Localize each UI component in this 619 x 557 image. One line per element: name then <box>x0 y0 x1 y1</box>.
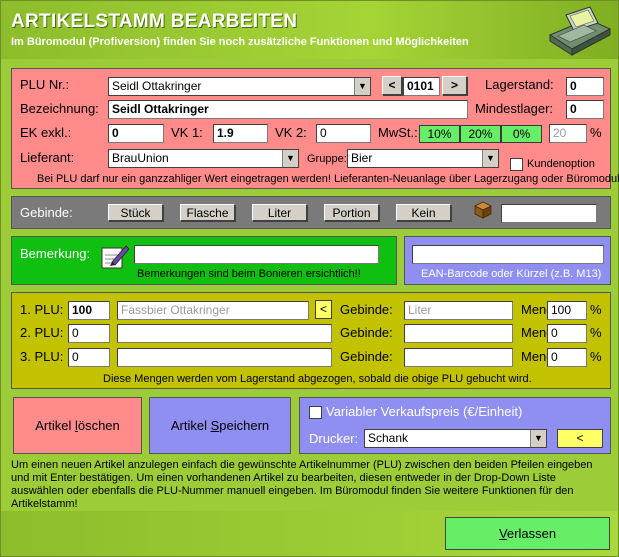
ek-input[interactable]: 0 <box>108 124 164 143</box>
bemerkung-input[interactable] <box>134 245 379 264</box>
plu2-menge-input[interactable]: 0 <box>547 324 587 343</box>
plu3-percent-label: % <box>590 349 602 364</box>
notepad-pen-icon <box>101 245 130 269</box>
plu1-percent-label: % <box>590 302 602 317</box>
kundenoption-label: Kundenoption <box>527 158 595 170</box>
save-label-pre: Artikel <box>170 418 211 433</box>
plu2-gebinde-input[interactable] <box>404 324 513 343</box>
vk2-label: VK 2: <box>275 125 307 140</box>
plu3-gebinde-label: Gebinde: <box>340 349 393 364</box>
leave-button[interactable]: Verlassen <box>445 517 610 550</box>
plu3-label: 3. PLU: <box>20 349 64 364</box>
plu3-name-input[interactable] <box>117 348 332 367</box>
plu1-input[interactable]: 100 <box>68 301 110 320</box>
kundenoption-checkbox[interactable] <box>510 158 523 171</box>
bemerkung-hint: Bemerkungen sind beim Bonieren ersichtli… <box>137 268 361 280</box>
gebinde-stueck-button[interactable]: Stück <box>108 204 163 221</box>
ean-hint: EAN-Barcode oder Kürzel (z.B. M13) <box>421 268 602 280</box>
lagerstand-label: Lagerstand: <box>485 77 554 92</box>
variable-price-label: Variabler Verkaufspreis (€/Einheit) <box>326 404 523 419</box>
mwst-0-button[interactable]: 0% <box>501 125 542 143</box>
lagerstand-input[interactable]: 0 <box>566 77 604 96</box>
plu1-menge-input[interactable]: 100 <box>547 301 587 320</box>
plu3-input[interactable]: 0 <box>68 348 110 367</box>
drucker-select[interactable]: Schank ▼ <box>364 429 547 448</box>
leave-label-post: erlassen <box>506 526 557 541</box>
plu1-back-button[interactable]: < <box>315 300 332 319</box>
bezeichnung-input[interactable]: Seidl Ottakringer <box>108 100 468 119</box>
leave-label-accel: V <box>498 526 507 541</box>
save-label-post: peichern <box>219 418 270 433</box>
vk2-input[interactable]: 0 <box>316 124 371 143</box>
plu2-label: 2. PLU: <box>20 325 64 340</box>
chevron-down-icon[interactable]: ▼ <box>530 430 546 447</box>
lieferant-label: Lieferant: <box>20 150 75 165</box>
mwst-value-input[interactable]: 20 <box>549 124 587 143</box>
delete-label-pre: Artikel <box>35 418 75 433</box>
plu2-gebinde-label: Gebinde: <box>340 325 393 340</box>
article-editor-window: ARTIKELSTAMM BEARBEITEN Im Büromodul (Pr… <box>0 0 619 557</box>
chevron-down-icon[interactable]: ▼ <box>354 78 370 95</box>
lieferant-select[interactable]: BrauUnion ▼ <box>108 149 299 168</box>
gebinde-label: Gebinde: <box>20 205 73 220</box>
page-subtitle: Im Büromodul (Profiversion) finden Sie n… <box>11 36 469 48</box>
page-title: ARTIKELSTAMM BEARBEITEN <box>11 11 298 32</box>
bezeichnung-label: Bezeichnung: <box>20 101 99 116</box>
gruppe-select[interactable]: Bier ▼ <box>347 149 499 168</box>
plu1-gebinde-label: Gebinde: <box>340 302 393 317</box>
plu2-name-input[interactable] <box>117 324 332 343</box>
plu1-name-input[interactable]: Fassbier Ottakringer <box>117 301 309 320</box>
plu-number-input[interactable]: 0101 <box>403 77 440 96</box>
pos-terminal-logo-icon <box>548 6 612 56</box>
next-plu-button[interactable]: > <box>442 76 467 95</box>
plu2-percent-label: % <box>590 325 602 340</box>
box-icon <box>474 201 492 219</box>
ek-label: EK exkl.: <box>20 125 72 140</box>
info-text: Um einen neuen Artikel anzulegen einfach… <box>11 459 593 510</box>
vk1-label: VK 1: <box>171 125 203 140</box>
gebinde-input[interactable] <box>501 204 597 223</box>
gruppe-select-value: Bier <box>351 151 373 165</box>
bemerkung-label: Bemerkung: <box>20 246 91 261</box>
prev-plu-button[interactable]: < <box>382 76 402 95</box>
drucker-label: Drucker: <box>309 431 359 446</box>
plu-select[interactable]: Seidl Ottakringer ▼ <box>108 77 371 96</box>
delete-label-post: öschen <box>77 418 120 433</box>
mindestlager-input[interactable]: 0 <box>566 100 604 119</box>
mwst-20-button[interactable]: 20% <box>460 125 501 143</box>
plu-links-hint: Diese Mengen werden vom Lagerstand abgez… <box>103 373 532 385</box>
chevron-down-icon[interactable]: ▼ <box>282 150 298 167</box>
ean-input[interactable] <box>412 245 604 264</box>
plu3-gebinde-input[interactable] <box>404 348 513 367</box>
plu1-gebinde-input[interactable]: Liter <box>404 301 513 320</box>
drucker-select-value: Schank <box>368 431 409 445</box>
delete-article-button[interactable]: Artikel löschen <box>13 397 142 454</box>
mindestlager-label: Mindestlager: <box>475 101 554 116</box>
vk1-input[interactable]: 1.9 <box>213 124 268 143</box>
plu3-menge-input[interactable]: 0 <box>547 348 587 367</box>
variable-price-checkbox[interactable] <box>309 406 322 419</box>
save-article-button[interactable]: Artikel Speichern <box>149 397 291 454</box>
gruppe-label: Gruppe: <box>307 153 347 165</box>
drucker-back-button[interactable]: < <box>557 429 603 448</box>
chevron-down-icon[interactable]: ▼ <box>482 150 498 167</box>
mwst-10-button[interactable]: 10% <box>419 125 460 143</box>
lieferant-select-value: BrauUnion <box>112 151 169 165</box>
gebinde-liter-button[interactable]: Liter <box>252 204 307 221</box>
mwst-percent-label: % <box>590 125 602 140</box>
mwst-label: MwSt.: <box>378 125 418 140</box>
plu-select-value: Seidl Ottakringer <box>112 79 202 93</box>
plu-label: PLU Nr.: <box>20 77 70 92</box>
plu1-label: 1. PLU: <box>20 302 64 317</box>
header-bar: ARTIKELSTAMM BEARBEITEN Im Büromodul (Pr… <box>1 1 618 59</box>
gebinde-portion-button[interactable]: Portion <box>324 204 379 221</box>
save-label-accel: S <box>210 418 220 433</box>
gebinde-flasche-button[interactable]: Flasche <box>180 204 235 221</box>
gebinde-kein-button[interactable]: Kein <box>396 204 451 221</box>
plu-hint: Bei PLU darf nur ein ganzzahliger Wert e… <box>37 173 619 185</box>
plu2-input[interactable]: 0 <box>68 324 110 343</box>
